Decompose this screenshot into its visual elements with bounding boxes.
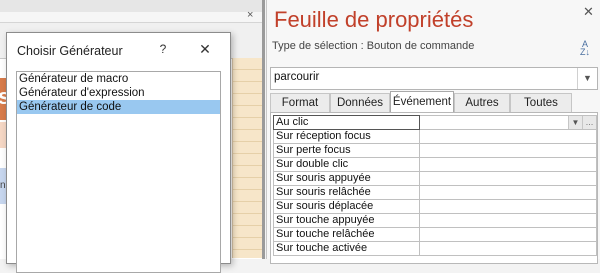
property-name[interactable]: Sur touche activée — [273, 241, 420, 256]
object-selector[interactable]: parcourir ▼ — [270, 67, 598, 90]
help-icon[interactable]: ? — [155, 42, 171, 58]
property-name[interactable]: Sur souris relâchée — [273, 185, 420, 200]
builder-button[interactable]: … — [582, 116, 596, 129]
table-row[interactable]: Sur souris relâchée — [273, 185, 597, 200]
table-row[interactable]: Sur réception focus — [273, 129, 597, 144]
tab-autres[interactable]: Autres — [454, 93, 510, 112]
table-row[interactable]: Sur double clic — [273, 157, 597, 172]
tab-donnees[interactable]: Données — [330, 93, 390, 112]
property-sheet-title: Feuille de propriétés — [274, 7, 474, 32]
selection-type-label: Type de sélection : Bouton de commande — [272, 40, 475, 52]
choose-builder-dialog: Choisir Générateur ? ✕ Générateur de mac… — [6, 32, 231, 273]
list-item-expression-builder[interactable]: Générateur d'expression — [17, 86, 220, 100]
property-value[interactable] — [419, 227, 597, 242]
dialog-title: Choisir Générateur — [17, 44, 123, 58]
close-icon[interactable]: ✕ — [197, 41, 213, 57]
property-value[interactable] — [419, 157, 597, 172]
property-value[interactable] — [419, 171, 597, 186]
sort-icon[interactable]: A Z↓ — [578, 40, 592, 58]
table-row[interactable]: Sur perte focus — [273, 143, 597, 158]
property-value[interactable] — [419, 185, 597, 200]
property-value[interactable] — [419, 241, 597, 256]
property-sheet-close-icon[interactable]: ✕ — [583, 4, 594, 20]
property-name[interactable]: Sur double clic — [273, 157, 420, 172]
table-row[interactable]: Sur touche relâchée — [273, 227, 597, 242]
property-name[interactable]: Sur réception focus — [273, 129, 420, 144]
property-name[interactable]: Sur souris déplacée — [273, 199, 420, 214]
property-sheet: Feuille de propriétés ✕ Type de sélectio… — [266, 0, 600, 264]
splitter[interactable] — [262, 0, 265, 259]
design-grid — [232, 58, 252, 258]
property-tabs: Format Données Événement Autres Toutes — [270, 91, 600, 113]
table-row[interactable]: Sur touche appuyée — [273, 213, 597, 228]
table-row[interactable]: Sur souris déplacée — [273, 199, 597, 214]
property-value[interactable] — [419, 129, 597, 144]
property-name[interactable]: Sur touche appuyée — [273, 213, 420, 228]
list-item-macro-builder[interactable]: Générateur de macro — [17, 72, 220, 86]
list-item-code-builder[interactable]: Générateur de code — [17, 100, 220, 114]
ruler: × — [0, 9, 265, 23]
chevron-down-icon[interactable]: ▼ — [568, 116, 582, 129]
table-row[interactable]: Au clic ▼ … — [273, 115, 597, 130]
table-row[interactable]: Sur touche activée — [273, 241, 597, 256]
property-name-on-click[interactable]: Au clic — [273, 115, 420, 130]
property-name[interactable]: Sur perte focus — [273, 143, 420, 158]
builder-list[interactable]: Générateur de macro Générateur d'express… — [16, 71, 221, 273]
property-name[interactable]: Sur touche relâchée — [273, 227, 420, 242]
tab-toutes[interactable]: Toutes — [510, 93, 572, 112]
property-value-on-click[interactable]: ▼ … — [419, 115, 597, 130]
property-name[interactable]: Sur souris appuyée — [273, 171, 420, 186]
property-value[interactable] — [419, 143, 597, 158]
property-grid: Au clic ▼ … Sur réception focus Sur pert… — [273, 115, 597, 256]
property-value[interactable] — [419, 213, 597, 228]
tab-evenement[interactable]: Événement — [390, 91, 454, 112]
chevron-down-icon[interactable]: ▼ — [577, 68, 597, 89]
design-grid-edge — [250, 58, 262, 258]
close-form-icon[interactable]: × — [247, 9, 253, 21]
tab-format[interactable]: Format — [270, 93, 330, 112]
table-row[interactable]: Sur souris appuyée — [273, 171, 597, 186]
event-properties-panel: Au clic ▼ … Sur réception focus Sur pert… — [270, 112, 598, 264]
object-selector-value: parcourir — [274, 71, 320, 83]
property-value[interactable] — [419, 199, 597, 214]
